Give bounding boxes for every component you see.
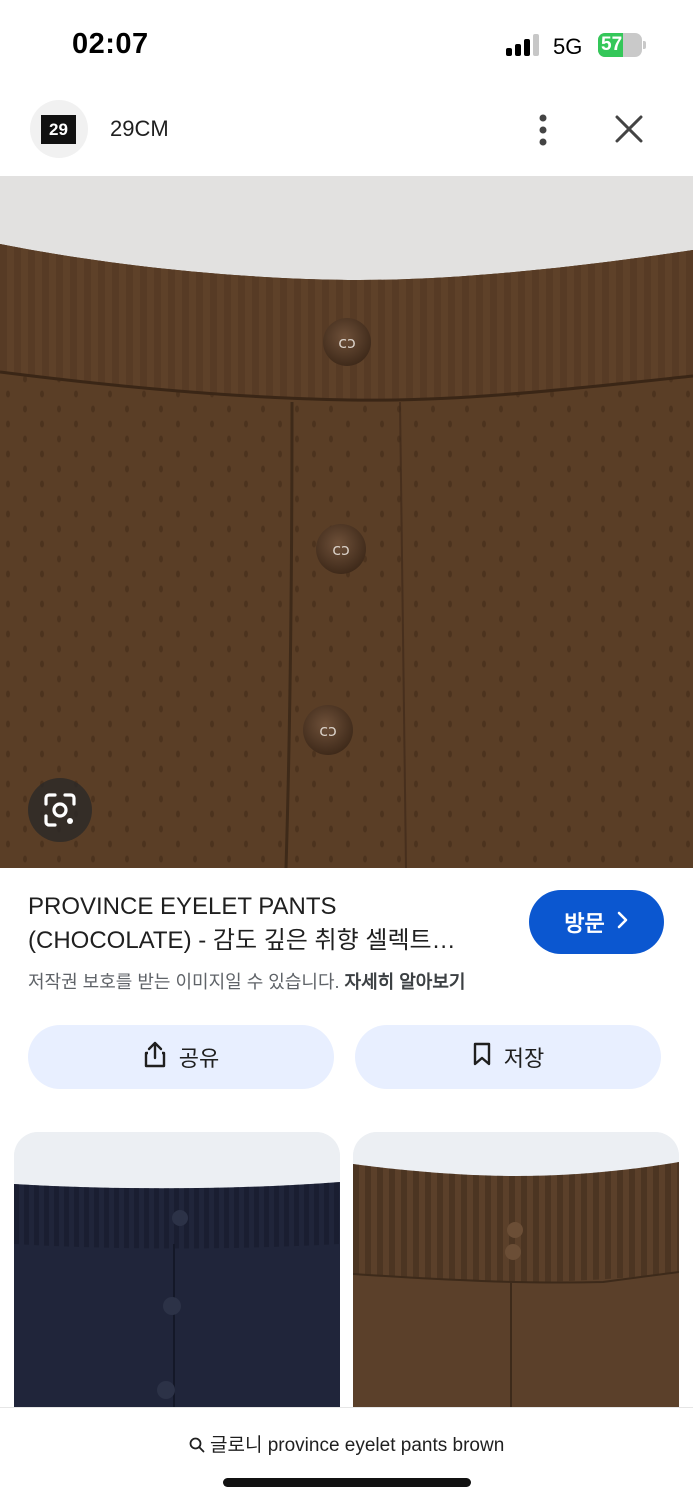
site-logo[interactable]: 29 xyxy=(30,100,88,158)
search-icon xyxy=(189,1435,210,1456)
app-header: 29 29CM xyxy=(0,92,693,176)
visit-label: 방문 xyxy=(564,911,605,936)
more-vertical-icon[interactable] xyxy=(528,110,558,150)
cellular-signal-icon xyxy=(506,34,544,56)
result-title-line1: PROVINCE EYELET PANTS xyxy=(28,893,337,920)
bookmark-icon xyxy=(472,1041,492,1073)
save-button[interactable]: 저장 xyxy=(355,1025,661,1089)
home-indicator[interactable] xyxy=(223,1478,471,1487)
copyright-notice: 저작권 보호를 받는 이미지일 수 있습니다. 자세히 알아보기 xyxy=(28,968,465,994)
site-logo-text: 29 xyxy=(41,115,76,144)
share-label: 공유 xyxy=(178,1046,220,1071)
google-lens-icon[interactable] xyxy=(28,778,92,842)
share-button[interactable]: 공유 xyxy=(28,1025,334,1089)
related-image-navy[interactable] xyxy=(14,1132,340,1422)
share-icon xyxy=(143,1040,167,1074)
battery-icon: 57 xyxy=(598,33,646,57)
search-query[interactable]: 글로니 province eyelet pants brown xyxy=(0,1430,693,1457)
copyright-text: 저작권 보호를 받는 이미지일 수 있습니다. xyxy=(28,972,345,992)
svg-text:ᴄᴐ: ᴄᴐ xyxy=(319,721,337,740)
close-icon[interactable] xyxy=(610,110,648,148)
product-image[interactable]: ᴄᴐ ᴄᴐ ᴄᴐ xyxy=(0,176,693,868)
network-type: 5G xyxy=(553,34,583,59)
status-bar: 02:07 5G 57 xyxy=(0,0,693,92)
site-name: 29CM xyxy=(110,116,169,141)
learn-more-link[interactable]: 자세히 알아보기 xyxy=(345,972,466,992)
result-title-line2: (CHOCOLATE) - 감도 깊은 취향 셀렉트… xyxy=(28,927,456,954)
svg-text:ᴄᴐ: ᴄᴐ xyxy=(332,540,350,559)
status-time: 02:07 xyxy=(72,28,149,60)
svg-text:ᴄᴐ: ᴄᴐ xyxy=(338,333,356,352)
chevron-right-icon xyxy=(617,909,629,935)
bottom-search-bar[interactable]: 글로니 province eyelet pants brown xyxy=(0,1407,693,1500)
battery-level: 57 xyxy=(601,34,623,55)
result-title[interactable]: PROVINCE EYELET PANTS (CHOCOLATE) - 감도 깊… xyxy=(28,890,498,958)
search-query-text: 글로니 province eyelet pants brown xyxy=(209,1435,505,1456)
related-image-brown[interactable] xyxy=(353,1132,679,1422)
save-label: 저장 xyxy=(503,1046,545,1071)
visit-button[interactable]: 방문 xyxy=(529,890,664,954)
